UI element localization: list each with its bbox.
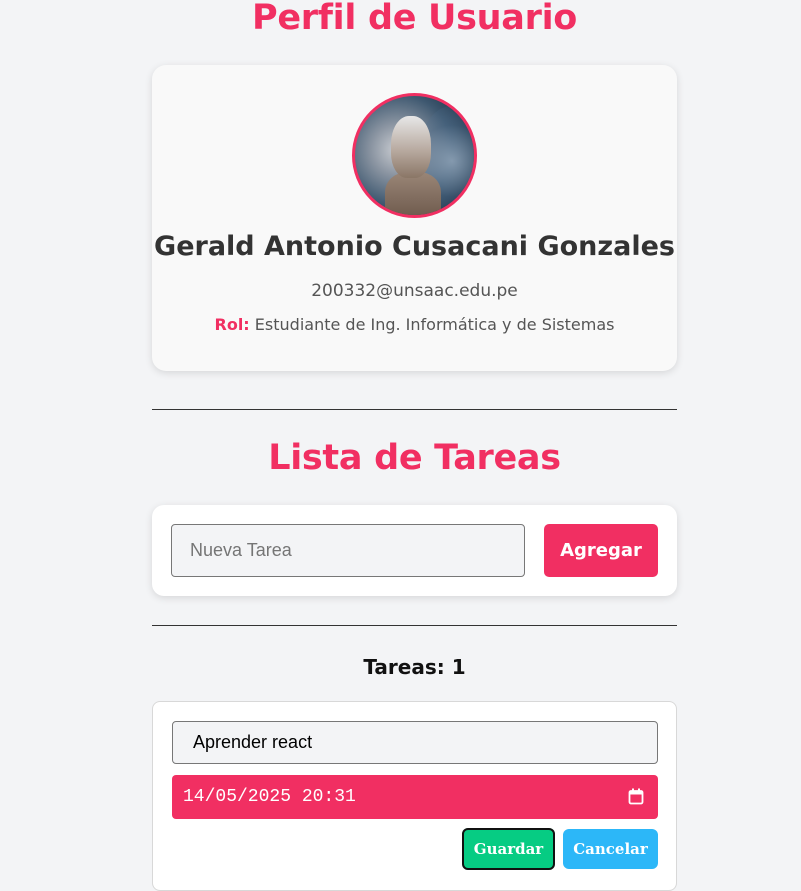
- profile-title: Perfil de Usuario: [251, 0, 578, 38]
- tasks-title: Lista de Tareas: [268, 438, 561, 478]
- page: Perfil de Usuario Gerald Antonio Cusacan…: [0, 0, 801, 891]
- profile-role: Rol: Estudiante de Ing. Informática y de…: [152, 315, 677, 334]
- avatar-face: [391, 116, 431, 178]
- new-task-input[interactable]: [171, 524, 525, 577]
- add-task-button[interactable]: Agregar: [544, 524, 658, 577]
- avatar-shoulders: [385, 172, 441, 215]
- save-button[interactable]: Guardar: [462, 828, 555, 870]
- avatar: [352, 93, 477, 218]
- task-edit-input[interactable]: [172, 721, 658, 764]
- add-task-card: Agregar: [152, 505, 677, 596]
- role-label: Rol:: [214, 315, 250, 334]
- calendar-icon[interactable]: [628, 788, 644, 805]
- task-count: Tareas: 1: [363, 655, 466, 679]
- profile-name: Gerald Antonio Cusacani Gonzales: [154, 231, 675, 262]
- role-value: Estudiante de Ing. Informática y de Sist…: [254, 315, 615, 334]
- cancel-button[interactable]: Cancelar: [563, 829, 658, 869]
- profile-card: Gerald Antonio Cusacani Gonzales 200332@…: [152, 65, 677, 371]
- task-datetime-value: 14/05/2025 20:31: [183, 787, 356, 807]
- profile-email: 200332@unsaac.edu.pe: [311, 281, 518, 301]
- task-datetime-field[interactable]: 14/05/2025 20:31: [172, 775, 658, 819]
- divider: [152, 625, 677, 626]
- task-item: 14/05/2025 20:31 Guardar Cancelar: [152, 701, 677, 891]
- divider: [152, 409, 677, 410]
